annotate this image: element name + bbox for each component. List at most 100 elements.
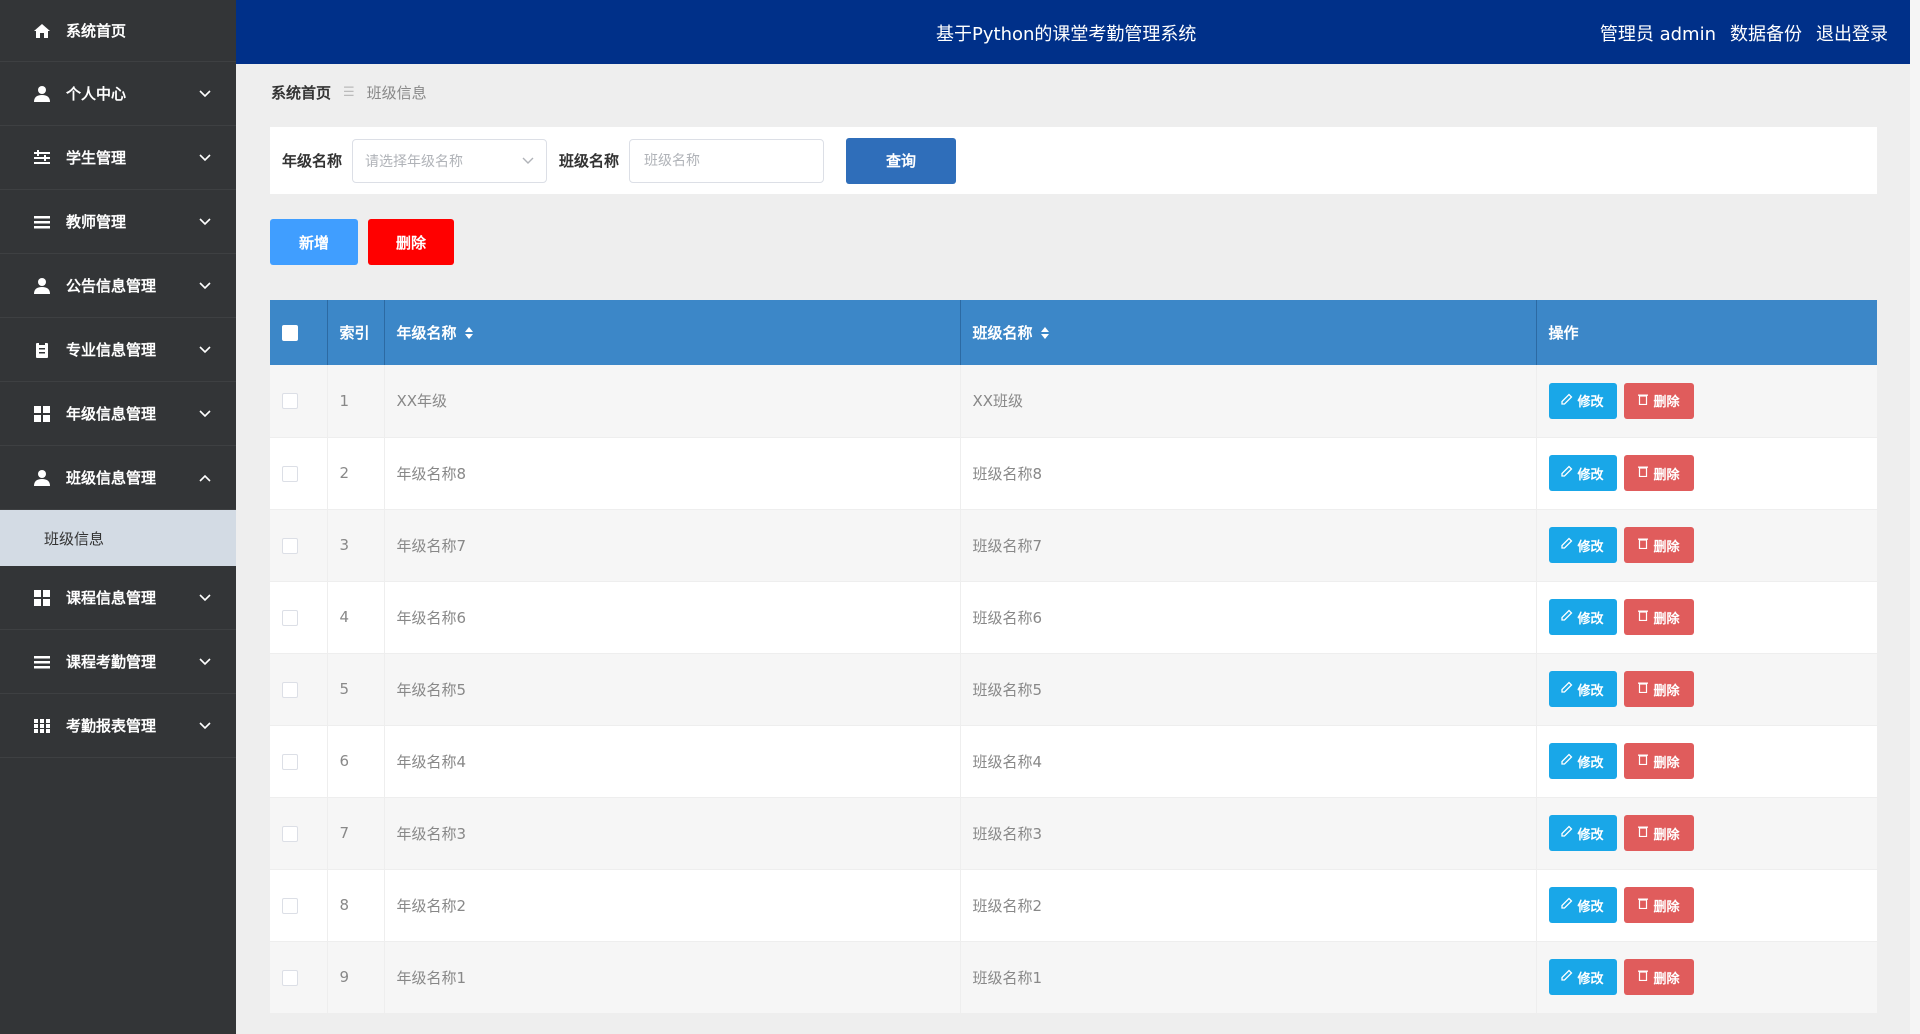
sidebar-item-label: 个人中心 <box>66 85 127 103</box>
sidebar-item-majors[interactable]: 专业信息管理 <box>0 318 236 382</box>
chevron-down-icon <box>198 279 212 293</box>
table-row: 7 年级名称3 班级名称3 修改 删除 <box>270 797 1877 870</box>
delete-button[interactable]: 删除 <box>1623 671 1694 707</box>
sidebar-item-label: 班级信息管理 <box>66 469 157 487</box>
sidebar-item-attendance[interactable]: 课程考勤管理 <box>0 630 236 694</box>
row-checkbox[interactable] <box>282 825 298 842</box>
backup-link[interactable]: 数据备份 <box>1730 20 1802 46</box>
col-index: 索引 <box>327 300 385 365</box>
col-grade[interactable]: 年级名称 <box>384 300 961 365</box>
edit-button[interactable]: 修改 <box>1548 671 1617 707</box>
user-icon <box>30 274 54 298</box>
batch-delete-button[interactable]: 删除 <box>368 219 454 265</box>
sidebar-item-courses[interactable]: 课程信息管理 <box>0 566 236 630</box>
row-grade: 年级名称8 <box>384 437 961 510</box>
edit-label: 修改 <box>1577 899 1604 915</box>
col-class[interactable]: 班级名称 <box>960 300 1537 365</box>
row-grade: 年级名称5 <box>384 653 961 726</box>
edit-button[interactable]: 修改 <box>1548 815 1617 851</box>
sort-icon[interactable] <box>464 325 473 343</box>
row-grade: 年级名称6 <box>384 581 961 654</box>
delete-button[interactable]: 删除 <box>1623 455 1694 491</box>
delete-button[interactable]: 删除 <box>1623 382 1694 419</box>
edit-icon <box>1561 825 1573 841</box>
chevron-down-icon <box>198 87 212 101</box>
row-checkbox[interactable] <box>282 897 298 914</box>
row-ops: 修改 删除 <box>1536 509 1877 582</box>
edit-label: 修改 <box>1577 611 1604 627</box>
clipboard-icon <box>30 338 54 362</box>
delete-button[interactable]: 删除 <box>1623 959 1694 995</box>
table-row: 4 年级名称6 班级名称6 修改 删除 <box>270 581 1877 654</box>
search-panel: 年级名称 请选择年级名称 班级名称 查询 <box>270 127 1877 194</box>
row-class: XX班级 <box>960 365 1537 438</box>
row-grade: XX年级 <box>384 365 961 438</box>
edit-button[interactable]: 修改 <box>1548 382 1617 419</box>
delete-label: 删除 <box>1653 467 1680 483</box>
admin-label[interactable]: 管理员 admin <box>1600 20 1716 46</box>
edit-icon <box>1561 393 1573 409</box>
edit-label: 修改 <box>1577 683 1604 699</box>
delete-label: 删除 <box>1653 539 1680 555</box>
sidebar-item-students[interactable]: 学生管理 <box>0 126 236 190</box>
row-checkbox-cell <box>270 869 328 942</box>
edit-button[interactable]: 修改 <box>1548 527 1617 563</box>
row-checkbox[interactable] <box>282 609 298 626</box>
sidebar: 系统首页 个人中心 学生管理 教师管理 公告信息管理 专业信息管理 年级信息管理… <box>0 0 236 1034</box>
logout-link[interactable]: 退出登录 <box>1816 20 1888 46</box>
sort-icon[interactable] <box>1040 325 1049 343</box>
chevron-down-icon <box>198 591 212 605</box>
row-class: 班级名称5 <box>960 653 1537 726</box>
sidebar-item-classes[interactable]: 班级信息管理 <box>0 446 236 510</box>
sidebar-subitem-class-info[interactable]: 班级信息 <box>0 510 236 566</box>
trash-icon <box>1637 825 1649 841</box>
chevron-down-icon <box>198 151 212 165</box>
row-checkbox[interactable] <box>282 537 298 554</box>
sidebar-item-profile[interactable]: 个人中心 <box>0 62 236 126</box>
row-checkbox[interactable] <box>282 465 298 482</box>
delete-button[interactable]: 删除 <box>1623 599 1694 635</box>
delete-button[interactable]: 删除 <box>1623 887 1694 923</box>
edit-button[interactable]: 修改 <box>1548 959 1617 995</box>
class-search-input[interactable] <box>629 138 825 183</box>
row-checkbox[interactable] <box>282 753 298 770</box>
sidebar-item-notices[interactable]: 公告信息管理 <box>0 254 236 318</box>
delete-button[interactable]: 删除 <box>1623 815 1694 851</box>
row-checkbox[interactable] <box>282 969 298 986</box>
breadcrumb-home[interactable]: 系统首页 <box>271 82 331 103</box>
row-checkbox[interactable] <box>282 681 298 698</box>
query-button[interactable]: 查询 <box>846 137 957 184</box>
row-class: 班级名称2 <box>960 869 1537 942</box>
row-grade: 年级名称2 <box>384 869 961 942</box>
row-grade: 年级名称3 <box>384 797 961 870</box>
sidebar-item-reports[interactable]: 考勤报表管理 <box>0 694 236 758</box>
grid-icon <box>30 402 54 426</box>
row-checkbox[interactable] <box>282 393 298 410</box>
sidebar-item-grades[interactable]: 年级信息管理 <box>0 382 236 446</box>
user-icon <box>30 466 54 490</box>
select-all-checkbox[interactable] <box>282 325 298 341</box>
table-row: 5 年级名称5 班级名称5 修改 删除 <box>270 653 1877 726</box>
delete-button[interactable]: 删除 <box>1623 527 1694 563</box>
row-ops: 修改 删除 <box>1536 725 1877 798</box>
edit-label: 修改 <box>1577 827 1604 843</box>
delete-label: 删除 <box>1653 755 1680 771</box>
delete-label: 删除 <box>1653 971 1680 987</box>
class-label: 班级名称 <box>559 152 620 170</box>
col-ops: 操作 <box>1536 300 1877 365</box>
edit-button[interactable]: 修改 <box>1548 455 1617 491</box>
edit-icon <box>1561 897 1573 913</box>
grade-select[interactable]: 请选择年级名称 <box>352 138 548 183</box>
sidebar-item-teachers[interactable]: 教师管理 <box>0 190 236 254</box>
edit-button[interactable]: 修改 <box>1548 599 1617 635</box>
user-icon <box>30 82 54 106</box>
delete-button[interactable]: 删除 <box>1623 743 1694 779</box>
sidebar-item-home[interactable]: 系统首页 <box>0 0 236 62</box>
row-checkbox-cell <box>270 581 328 654</box>
row-class: 班级名称6 <box>960 581 1537 654</box>
add-button[interactable]: 新增 <box>270 219 358 265</box>
chevron-down-icon <box>198 719 212 733</box>
edit-button[interactable]: 修改 <box>1548 887 1617 923</box>
edit-button[interactable]: 修改 <box>1548 743 1617 779</box>
trash-icon <box>1637 969 1649 985</box>
